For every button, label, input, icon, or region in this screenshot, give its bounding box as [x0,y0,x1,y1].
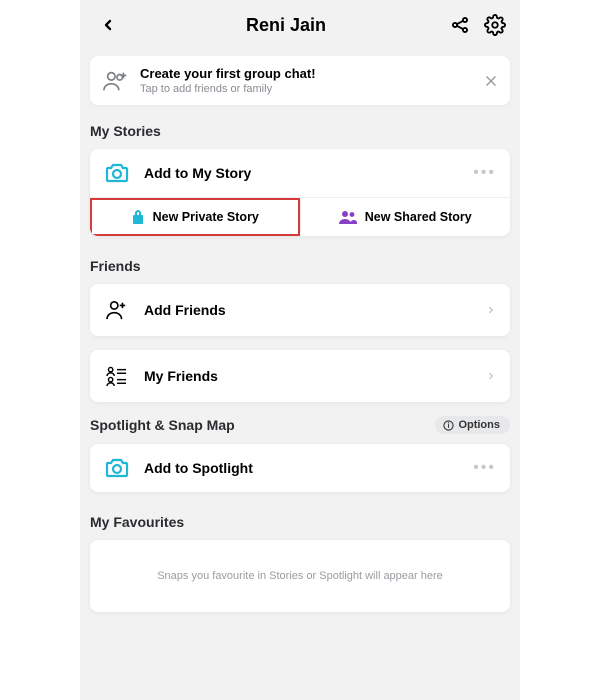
chevron-right-icon [486,302,496,318]
add-friends-row[interactable]: Add Friends [90,284,510,336]
people-icon [339,210,357,224]
group-chat-banner[interactable]: Create your first group chat! Tap to add… [90,56,510,105]
page-title: Reni Jain [122,15,450,36]
section-title-favourites: My Favourites [90,514,520,530]
spotlight-card: Add to Spotlight ••• [90,444,510,492]
back-button[interactable] [94,17,122,33]
add-friends-label: Add Friends [144,302,472,318]
add-to-my-story[interactable]: Add to My Story ••• [90,149,510,197]
person-plus-icon [102,70,130,92]
banner-title: Create your first group chat! [140,66,316,81]
settings-button[interactable] [484,14,506,36]
new-shared-story-label: New Shared Story [365,210,472,224]
chevron-right-icon [486,368,496,384]
chevron-left-icon [100,17,116,33]
banner-close-button[interactable] [480,70,502,92]
share-icon [450,15,470,35]
add-to-spotlight-label: Add to Spotlight [144,460,459,476]
share-button[interactable] [450,15,470,35]
section-title-stories: My Stories [90,123,520,139]
gear-icon [484,14,506,36]
camera-icon [104,163,130,183]
favourites-empty-text: Snaps you favourite in Stories or Spotli… [104,570,496,582]
favourites-card: Snaps you favourite in Stories or Spotli… [90,540,510,612]
lock-icon [131,209,145,225]
close-icon [484,74,498,88]
more-icon[interactable]: ••• [473,164,496,182]
options-label: Options [458,419,500,431]
my-friends-row[interactable]: My Friends [90,350,510,402]
new-private-story-label: New Private Story [153,210,259,224]
more-icon[interactable]: ••• [473,459,496,477]
new-shared-story-button[interactable]: New Shared Story [300,198,511,236]
my-friends-label: My Friends [144,368,472,384]
banner-subtitle: Tap to add friends or family [140,83,316,95]
friends-list-icon [104,366,130,386]
section-title-friends: Friends [90,258,520,274]
camera-icon [104,458,130,478]
section-title-spotlight: Spotlight & Snap Map [90,417,235,433]
options-button[interactable]: Options [435,416,510,434]
add-to-my-story-label: Add to My Story [144,165,459,181]
add-to-spotlight[interactable]: Add to Spotlight ••• [90,444,510,492]
new-private-story-button[interactable]: New Private Story [90,198,300,236]
add-friend-icon [104,300,130,320]
stories-card: Add to My Story ••• New Private Story Ne… [90,149,510,236]
info-icon [443,420,454,431]
